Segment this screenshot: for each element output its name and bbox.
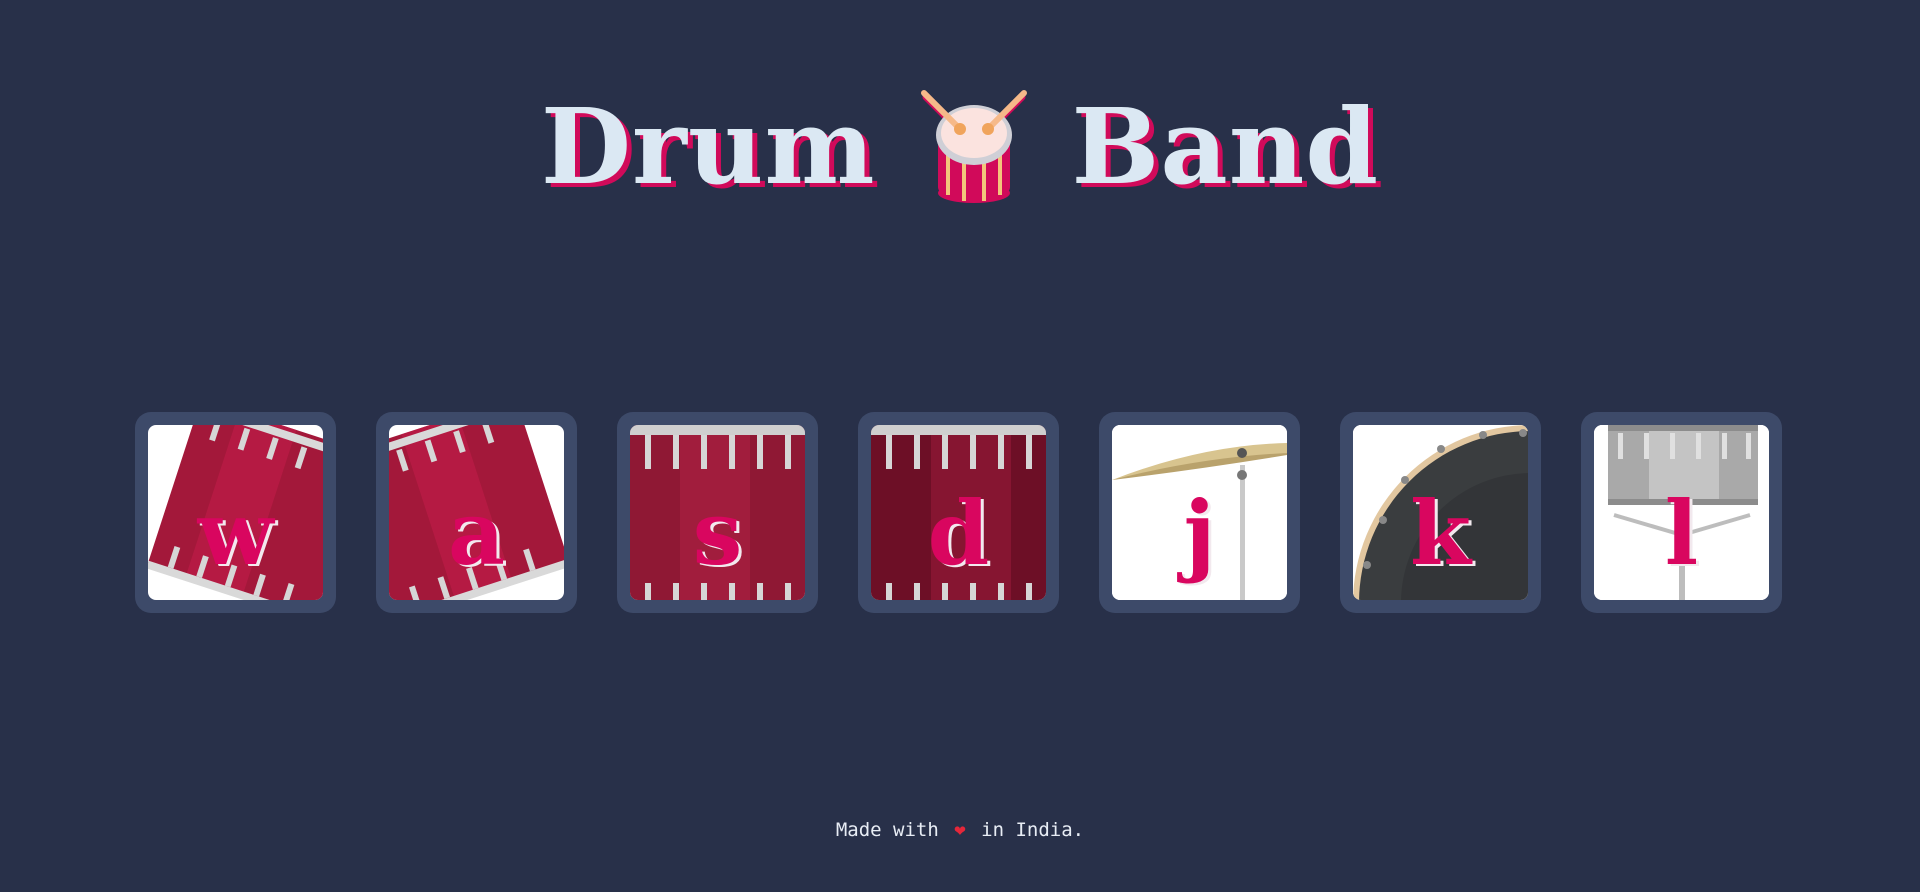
drum-button-a[interactable]: a bbox=[376, 412, 577, 613]
drum-button-d[interactable]: d bbox=[858, 412, 1059, 613]
drum-face: d bbox=[871, 425, 1046, 600]
key-label: a bbox=[447, 481, 506, 585]
drum-button-l[interactable]: l bbox=[1581, 412, 1782, 613]
drum-button-w[interactable]: w bbox=[135, 412, 336, 613]
key-label: s bbox=[692, 481, 743, 585]
key-label: k bbox=[1410, 481, 1471, 585]
key-label: w bbox=[197, 481, 274, 585]
drum-with-sticks-icon bbox=[920, 89, 1027, 203]
key-label: d bbox=[927, 481, 990, 585]
key-label: l bbox=[1664, 481, 1699, 585]
drum-button-j[interactable]: j bbox=[1099, 412, 1300, 613]
drum-face: a bbox=[389, 425, 564, 600]
drum-face: l bbox=[1594, 425, 1769, 600]
drum-face: j bbox=[1112, 425, 1287, 600]
drum-button-s[interactable]: s bbox=[617, 412, 818, 613]
drum-button-k[interactable]: k bbox=[1340, 412, 1541, 613]
title-band-word: Band bbox=[1071, 84, 1380, 208]
drum-face: k bbox=[1353, 425, 1528, 600]
drum-set: w a s d j k l bbox=[135, 412, 1785, 613]
page-title: Drum Band bbox=[0, 78, 1920, 207]
footer-prefix: Made with bbox=[835, 819, 939, 841]
key-label: j bbox=[1183, 481, 1216, 585]
footer: Made with ❤ in India. bbox=[0, 819, 1920, 841]
footer-suffix: in India. bbox=[981, 819, 1085, 841]
heart-icon: ❤ bbox=[954, 819, 966, 841]
title-drum-word: Drum bbox=[540, 84, 876, 208]
drum-face: w bbox=[148, 425, 323, 600]
drum-face: s bbox=[630, 425, 805, 600]
